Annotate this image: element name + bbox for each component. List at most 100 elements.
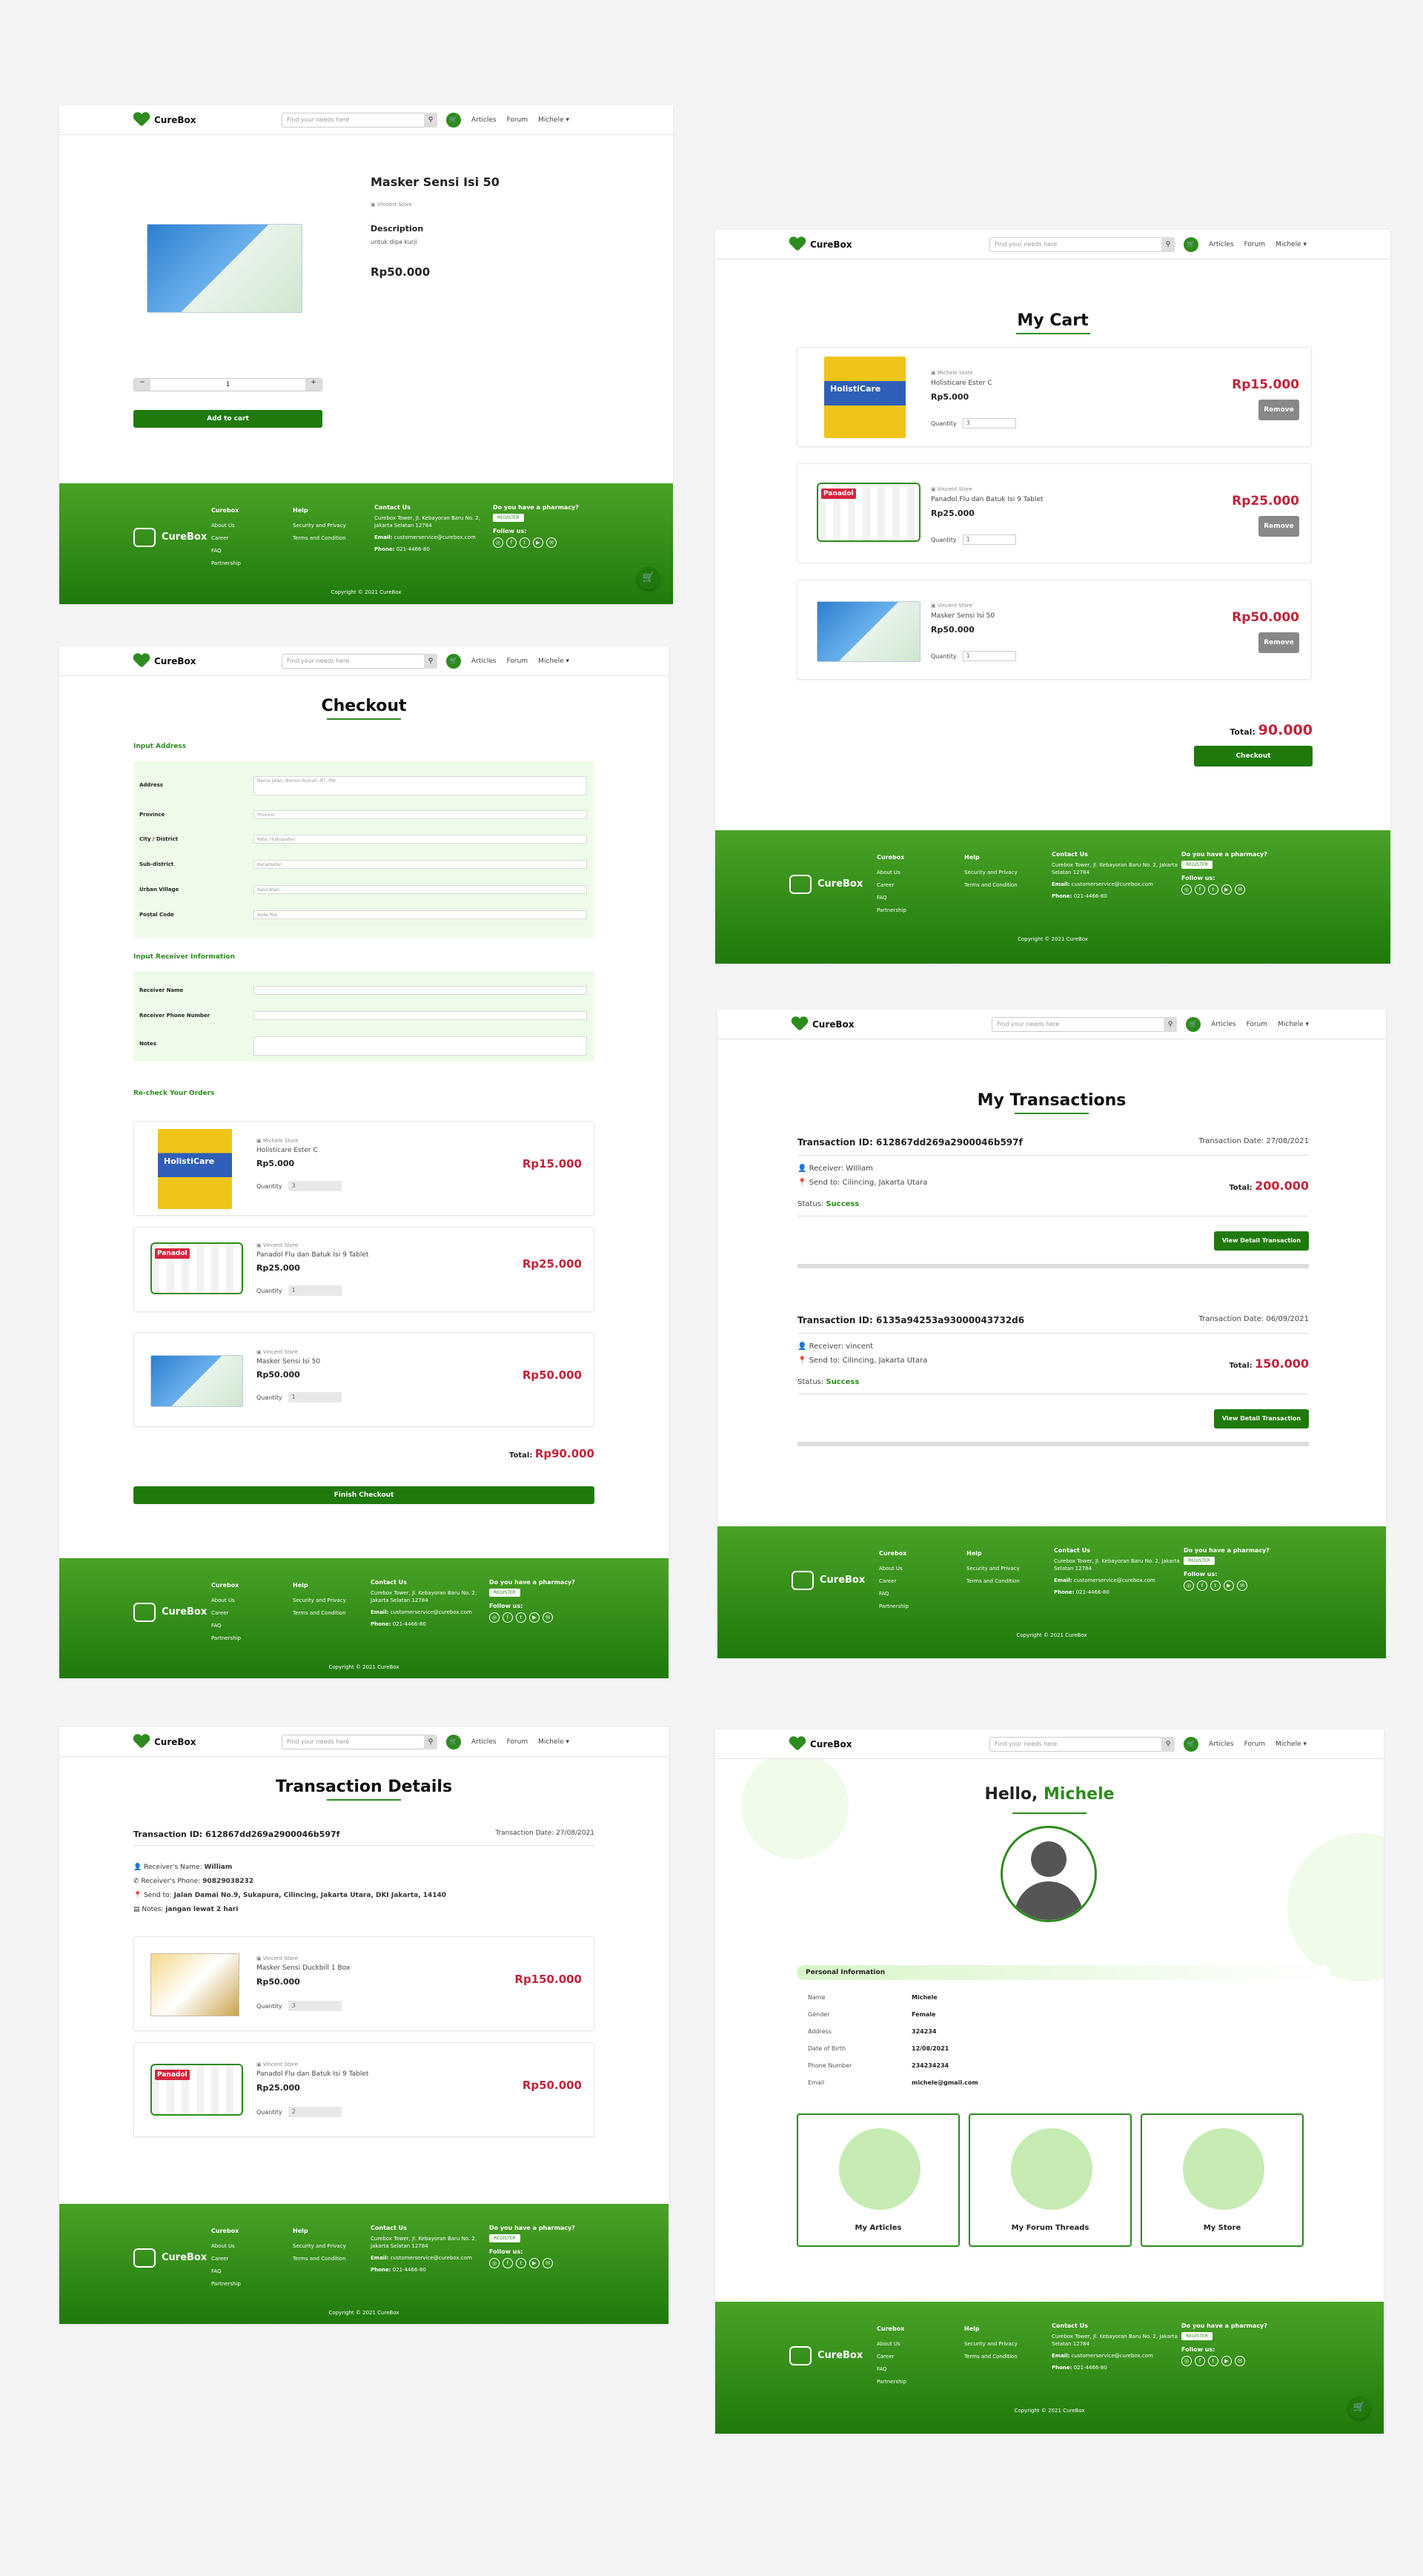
quantity-input[interactable]: 1 [962, 651, 1016, 661]
facebook-icon[interactable]: f [502, 1612, 513, 1623]
register-button[interactable]: REGISTER [1184, 1557, 1215, 1565]
youtube-icon[interactable]: ▶ [1221, 2356, 1232, 2366]
avatar[interactable] [1001, 1826, 1097, 1922]
twitter-icon[interactable]: t [520, 537, 530, 548]
cart-icon[interactable]: 🛒 [1184, 236, 1198, 252]
remove-button[interactable]: Remove [1258, 516, 1299, 537]
twitter-icon[interactable]: t [1208, 884, 1218, 895]
my-store-card[interactable]: My Store [1141, 2113, 1304, 2247]
facebook-icon[interactable]: f [1195, 2356, 1205, 2366]
cart-icon[interactable]: 🛒 [1184, 1736, 1198, 1752]
nav-forum[interactable]: Forum [507, 1738, 528, 1746]
nav-articles[interactable]: Articles [471, 658, 497, 665]
facebook-icon[interactable]: f [502, 2258, 513, 2268]
add-to-cart-button[interactable]: Add to cart [133, 410, 322, 428]
search-icon[interactable]: ⚲ [1164, 1016, 1177, 1032]
cart-icon[interactable]: 🛒 [446, 1734, 461, 1749]
nav-articles[interactable]: Articles [1211, 1021, 1236, 1028]
instagram-icon[interactable]: ◎ [1181, 2356, 1192, 2366]
register-button[interactable]: REGISTER [1181, 2332, 1213, 2340]
email-icon[interactable]: ✉ [1235, 884, 1245, 895]
twitter-icon[interactable]: t [516, 2258, 526, 2268]
footer-link[interactable]: Career [211, 532, 293, 545]
nav-user-menu[interactable]: Michele ▾ [538, 116, 569, 124]
search-icon[interactable]: ⚲ [424, 1734, 437, 1749]
footer-link[interactable]: Partnership [211, 557, 293, 570]
facebook-icon[interactable]: f [1195, 884, 1205, 895]
youtube-icon[interactable]: ▶ [1224, 1580, 1234, 1591]
register-button[interactable]: REGISTER [1181, 861, 1213, 869]
nav-forum[interactable]: Forum [507, 116, 528, 124]
quantity-input[interactable]: 1 [962, 534, 1016, 545]
nav-forum[interactable]: Forum [507, 658, 528, 665]
search-input[interactable]: Find your needs here ⚲ [282, 112, 437, 128]
cart-icon[interactable]: 🛒 [446, 653, 461, 669]
urban-village-input[interactable]: Kelurahan [253, 885, 587, 894]
plus-button[interactable]: + [305, 379, 322, 391]
city-input[interactable]: Kota / Kabupaten [253, 835, 587, 844]
nav-forum[interactable]: Forum [1247, 1021, 1268, 1028]
floating-cart-icon[interactable]: 🛒 [1348, 2397, 1370, 2419]
search-icon[interactable]: ⚲ [424, 112, 437, 128]
instagram-icon[interactable]: ◎ [489, 2258, 500, 2268]
my-forum-threads-card[interactable]: My Forum Threads [969, 2113, 1132, 2247]
footer-link[interactable]: Terms and Condition [293, 532, 374, 545]
footer-link[interactable]: About Us [211, 520, 293, 532]
nav-user-menu[interactable]: Michele ▾ [538, 1738, 569, 1746]
nav-articles[interactable]: Articles [1209, 1741, 1234, 1748]
email-icon[interactable]: ✉ [543, 1612, 553, 1623]
nav-user-menu[interactable]: Michele ▾ [1278, 1021, 1309, 1028]
nav-user-menu[interactable]: Michele ▾ [1276, 241, 1307, 248]
youtube-icon[interactable]: ▶ [533, 537, 543, 548]
receiver-name-input[interactable] [253, 986, 587, 995]
search-input[interactable]: Find your needs here ⚲ [282, 1734, 437, 1749]
subdistrict-input[interactable]: Kecamatan [253, 860, 587, 869]
search-input[interactable]: Find your needs here ⚲ [282, 653, 437, 669]
instagram-icon[interactable]: ◎ [489, 1612, 500, 1623]
search-icon[interactable]: ⚲ [424, 653, 437, 669]
province-input[interactable]: Provinsi [253, 810, 587, 819]
cart-icon[interactable]: 🛒 [446, 112, 461, 128]
nav-user-menu[interactable]: Michele ▾ [1276, 1741, 1307, 1748]
email-icon[interactable]: ✉ [1235, 2356, 1245, 2366]
notes-input[interactable] [253, 1036, 587, 1056]
register-button[interactable]: REGISTER [489, 1589, 520, 1597]
twitter-icon[interactable]: t [1210, 1580, 1221, 1591]
search-input[interactable]: Find your needs here ⚲ [989, 1736, 1175, 1752]
youtube-icon[interactable]: ▶ [1221, 884, 1232, 895]
cart-icon[interactable]: 🛒 [1186, 1016, 1201, 1032]
facebook-icon[interactable]: f [1197, 1580, 1207, 1591]
youtube-icon[interactable]: ▶ [529, 1612, 540, 1623]
register-button[interactable]: REGISTER [489, 2234, 520, 2242]
footer-link[interactable]: Security and Privacy [293, 520, 374, 532]
receiver-phone-input[interactable] [253, 1011, 587, 1020]
register-button[interactable]: REGISTER [493, 514, 524, 522]
instagram-icon[interactable]: ◎ [493, 537, 503, 548]
nav-user-menu[interactable]: Michele ▾ [538, 658, 569, 665]
search-icon[interactable]: ⚲ [1161, 1736, 1175, 1752]
quantity-input[interactable]: 3 [962, 418, 1016, 428]
search-input[interactable]: Find your needs here ⚲ [989, 236, 1175, 252]
view-detail-button[interactable]: View Detail Transaction [1214, 1231, 1309, 1251]
email-icon[interactable]: ✉ [546, 537, 557, 548]
search-input[interactable]: Find your needs here ⚲ [992, 1016, 1177, 1032]
youtube-icon[interactable]: ▶ [529, 2258, 540, 2268]
email-icon[interactable]: ✉ [543, 2258, 553, 2268]
search-icon[interactable]: ⚲ [1161, 236, 1175, 252]
twitter-icon[interactable]: t [516, 1612, 526, 1623]
minus-button[interactable]: − [134, 379, 150, 391]
email-icon[interactable]: ✉ [1237, 1580, 1247, 1591]
nav-forum[interactable]: Forum [1244, 241, 1266, 248]
nav-articles[interactable]: Articles [471, 1738, 497, 1746]
postal-code-input[interactable]: Kode Pos [253, 910, 587, 919]
my-articles-card[interactable]: My Articles [797, 2113, 960, 2247]
remove-button[interactable]: Remove [1258, 632, 1299, 653]
finish-checkout-button[interactable]: Finish Checkout [133, 1486, 594, 1504]
nav-forum[interactable]: Forum [1244, 1741, 1266, 1748]
product-store[interactable]: ▣ Vincent Store [371, 202, 412, 208]
address-input[interactable]: Nama Jalan, Nomor Rumah, RT, RW [253, 776, 587, 795]
view-detail-button[interactable]: View Detail Transaction [1214, 1409, 1309, 1428]
logo[interactable]: CureBox [133, 113, 282, 128]
quantity-value[interactable]: 1 [226, 381, 230, 388]
floating-cart-icon[interactable]: 🛒 [637, 567, 660, 589]
